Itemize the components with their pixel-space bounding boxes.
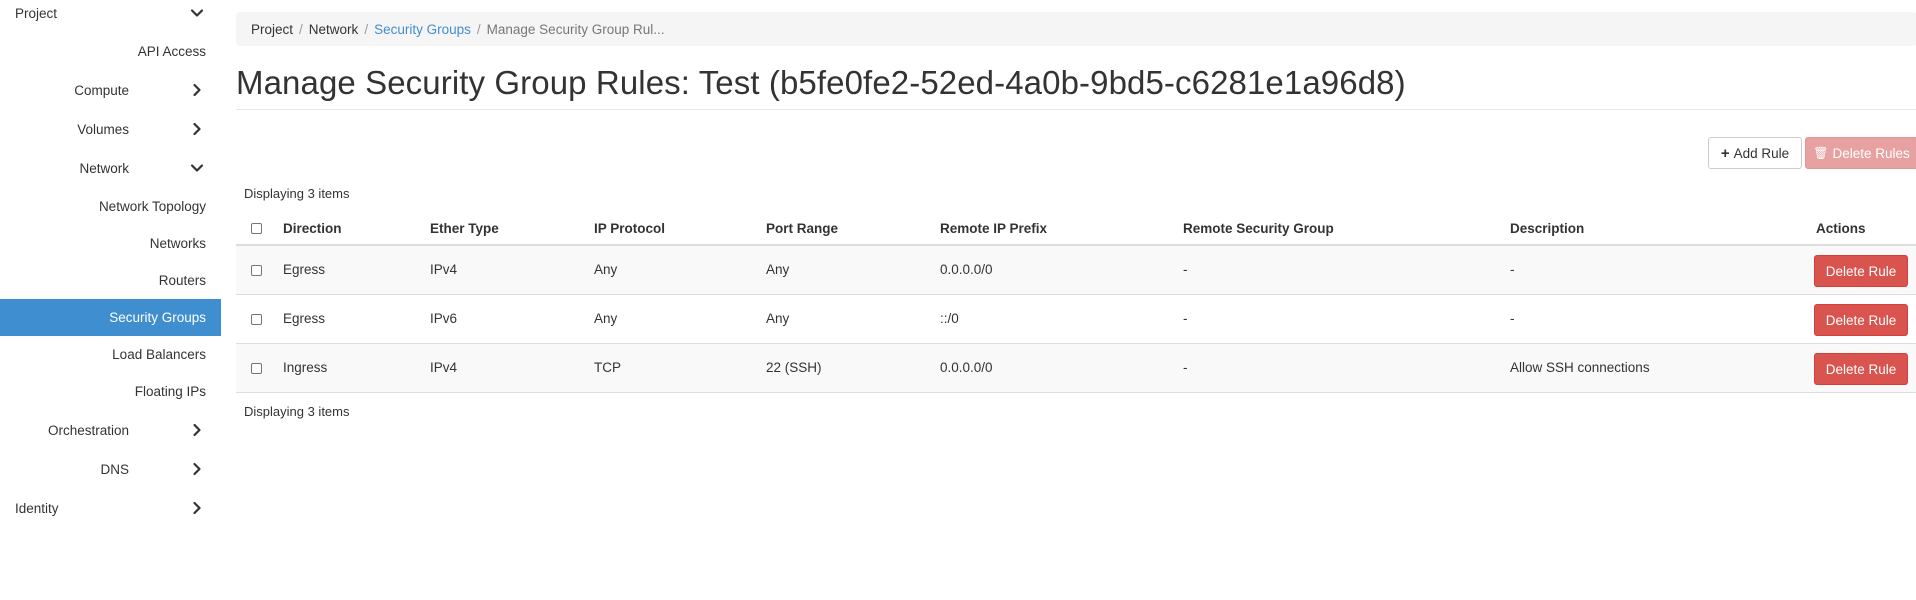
trash-icon: 🗑 [1813,146,1829,160]
cell-ip-protocol: Any [594,262,618,277]
sidebar-item-label: Routers [158,273,206,288]
breadcrumb-separator: / [299,21,303,37]
chevron-right-icon [190,423,204,437]
cell-direction: Egress [283,262,326,277]
delete-rules-label: Delete Rules [1832,145,1910,161]
breadcrumb-item: Manage Security Group Rul... [486,21,665,37]
sidebar-item-security-groups[interactable]: Security Groups [0,299,221,336]
sidebar-item-network[interactable]: Network [0,150,221,187]
sidebar-nav: Project API Access Compute Volumes Network Ne… [0,0,221,600]
cell-remote-security-group: - [1183,360,1188,375]
column-header-ip-protocol[interactable]: IP Protocol [594,221,665,236]
column-header-port-range[interactable]: Port Range [766,221,838,236]
sidebar-item-compute[interactable]: Compute [0,72,221,109]
sidebar-item-load-balancers[interactable]: Load Balancers [0,336,221,373]
table-row: Egress IPv6 Any Any ::/0 - - Delete Rule [236,295,1916,344]
cell-ip-protocol: TCP [594,360,621,375]
sidebar-item-label: Network Topology [98,199,206,214]
sidebar-item-routers[interactable]: Routers [0,262,221,299]
column-header-remote-security-group[interactable]: Remote Security Group [1183,221,1334,236]
cell-remote-security-group: - [1183,262,1188,277]
cell-direction: Egress [283,311,326,326]
cell-port-range: Any [766,262,790,277]
sidebar-item-label: API Access [137,44,206,59]
cell-ether-type: IPv6 [430,311,458,326]
sidebar-item-dns[interactable]: DNS [0,451,221,488]
item-count-bottom: Displaying 3 items [244,404,350,419]
breadcrumb-item[interactable]: Network [309,22,359,37]
item-count-top: Displaying 3 items [244,186,350,201]
add-rule-button[interactable]: + Add Rule [1708,137,1802,169]
column-header-actions: Actions [1816,221,1866,236]
page-title: Manage Security Group Rules: Test (b5fe0… [236,64,1406,101]
sidebar-item-label: Floating IPs [134,384,206,399]
sidebar-item-project[interactable]: Project [0,0,221,32]
sidebar-item-label: Security Groups [109,310,206,325]
chevron-right-icon [190,122,204,136]
sidebar-item-label: Project [15,6,58,21]
sidebar-item-volumes[interactable]: Volumes [0,111,221,148]
breadcrumb-separator: / [476,21,481,37]
cell-ether-type: IPv4 [430,360,458,375]
sidebar-item-label: Identity [15,501,59,516]
chevron-right-icon [190,501,204,515]
column-header-remote-ip-prefix[interactable]: Remote IP Prefix [940,221,1047,236]
breadcrumb-item[interactable]: Security Groups [374,22,471,37]
chevron-right-icon [190,83,204,97]
cell-description: - [1510,262,1515,277]
security-rules-table: Direction Ether Type IP Protocol Port Ra… [236,210,1916,393]
column-header-ether-type[interactable]: Ether Type [430,221,499,236]
sidebar-item-orchestration[interactable]: Orchestration [0,412,221,449]
sidebar-item-network-topology[interactable]: Network Topology [0,188,221,225]
cell-remote-ip-prefix: ::/0 [940,311,959,326]
sidebar-item-label: Volumes [77,122,129,137]
chevron-down-icon [190,6,204,20]
column-header-direction[interactable]: Direction [283,221,342,236]
select-all-checkbox[interactable] [251,223,262,234]
cell-ip-protocol: Any [594,311,618,326]
row-checkbox[interactable] [251,265,262,276]
delete-rule-button[interactable]: Delete Rule [1814,255,1908,287]
table-row: Egress IPv4 Any Any 0.0.0.0/0 - - Delete… [236,246,1916,295]
breadcrumb-separator: / [364,21,369,37]
cell-remote-security-group: - [1183,311,1188,326]
chevron-right-icon [190,462,204,476]
sidebar-item-label: Orchestration [47,423,129,438]
chevron-down-icon [190,161,204,175]
breadcrumb-item[interactable]: Project [251,22,293,37]
delete-rule-button[interactable]: Delete Rule [1814,304,1908,336]
sidebar-item-label: Compute [74,83,129,98]
add-rule-label: Add Rule [1733,145,1790,161]
delete-rules-button[interactable]: 🗑 Delete Rules [1805,137,1916,169]
sidebar-item-label: Networks [149,236,206,251]
sidebar-item-api-access[interactable]: API Access [0,33,221,70]
breadcrumb: Project / Network / Security Groups / Manage S… [236,12,1916,46]
table-header: Direction Ether Type IP Protocol Port Ra… [236,210,1916,246]
cell-ether-type: IPv4 [430,262,458,277]
sidebar-item-label: Load Balancers [112,347,206,362]
title-divider [236,109,1916,110]
sidebar-item-label: DNS [100,462,129,477]
sidebar-item-networks[interactable]: Networks [0,225,221,262]
table-row: Ingress IPv4 TCP 22 (SSH) 0.0.0.0/0 - Al… [236,344,1916,393]
row-checkbox[interactable] [251,314,262,325]
cell-remote-ip-prefix: 0.0.0.0/0 [940,262,993,277]
cell-description: Allow SSH connections [1510,360,1650,375]
delete-rule-button[interactable]: Delete Rule [1814,353,1908,385]
cell-description: - [1510,311,1515,326]
row-checkbox[interactable] [251,363,262,374]
cell-port-range: Any [766,311,790,326]
sidebar-item-identity[interactable]: Identity [0,490,221,527]
cell-remote-ip-prefix: 0.0.0.0/0 [940,360,993,375]
plus-icon: + [1720,144,1730,162]
sidebar-item-floating-ips[interactable]: Floating IPs [0,373,221,410]
cell-direction: Ingress [283,360,328,375]
sidebar-item-label: Network [79,161,129,176]
column-header-description[interactable]: Description [1510,221,1584,236]
cell-port-range: 22 (SSH) [766,360,822,375]
